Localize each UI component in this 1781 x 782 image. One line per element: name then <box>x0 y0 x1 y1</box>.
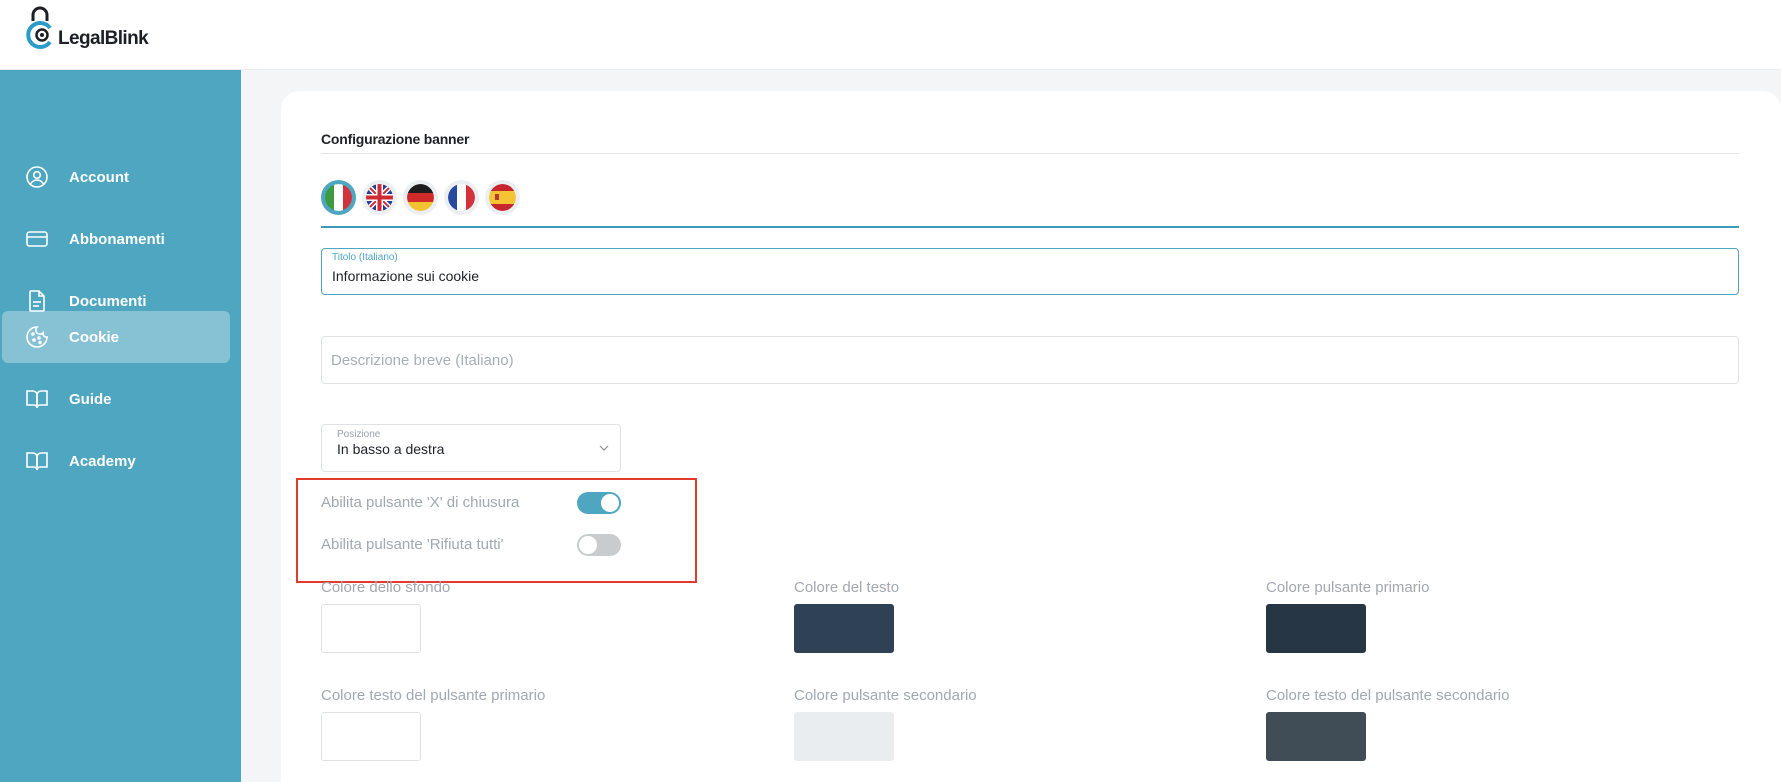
cookie-icon <box>26 326 48 348</box>
brand-name: LegalBlink <box>58 28 149 49</box>
language-tab-spanish[interactable] <box>485 180 520 215</box>
primary-button-text-color-swatch[interactable] <box>321 712 421 761</box>
background-color-label: Colore dello sfondo <box>321 579 451 596</box>
position-select[interactable]: Posizione In basso a destra <box>321 424 621 472</box>
flag-spain-icon <box>489 184 516 211</box>
position-select-label: Posizione <box>337 429 381 440</box>
reject-all-toggle[interactable] <box>577 534 621 556</box>
chevron-down-icon <box>599 445 609 451</box>
sidebar: Account Abbonamenti Documenti Cookie Gui… <box>0 70 241 782</box>
secondary-button-color-swatch[interactable] <box>794 712 894 761</box>
primary-button-text-color-label: Colore testo del pulsante primario <box>321 687 546 704</box>
close-button-toggle-label: Abilita pulsante 'X' di chiusura <box>321 494 520 511</box>
top-header: LegalBlink <box>0 0 1781 70</box>
title-input-value: Informazione sui cookie <box>332 268 480 284</box>
reject-all-toggle-label: Abilita pulsante 'Rifiuta tutti' <box>321 536 504 553</box>
sidebar-item-cookie[interactable]: Cookie <box>2 311 230 363</box>
close-button-toggle[interactable] <box>577 492 621 514</box>
book-icon <box>26 452 48 471</box>
brand-logo[interactable]: LegalBlink <box>24 4 149 52</box>
credit-card-icon <box>26 231 48 247</box>
sidebar-item-label: Guide <box>69 390 112 408</box>
book-icon <box>26 390 48 409</box>
language-tab-german[interactable] <box>403 180 438 215</box>
flag-uk-icon <box>366 184 393 211</box>
title-input[interactable]: Titolo (Italiano) Informazione sui cooki… <box>321 248 1739 295</box>
sidebar-item-label: Cookie <box>69 328 120 346</box>
user-circle-icon <box>26 166 48 188</box>
flag-germany-icon <box>407 184 434 211</box>
description-input[interactable]: Descrizione breve (Italiano) <box>321 336 1739 384</box>
flag-france-icon <box>448 184 475 211</box>
divider <box>321 153 1739 154</box>
sidebar-item-abbonamenti[interactable]: Abbonamenti <box>2 213 230 265</box>
padlock-logo-icon <box>26 6 52 49</box>
language-tabs-underline <box>321 226 1739 228</box>
flag-italy-icon <box>325 184 352 211</box>
text-color-label: Colore del testo <box>794 579 900 596</box>
background-color-swatch[interactable] <box>321 604 421 653</box>
sidebar-item-guide[interactable]: Guide <box>2 373 230 425</box>
primary-button-color-label: Colore pulsante primario <box>1266 579 1430 596</box>
sidebar-item-label: Academy <box>69 452 136 470</box>
secondary-button-text-color-swatch[interactable] <box>1266 712 1366 761</box>
document-icon <box>29 290 45 312</box>
toggle-knob <box>579 536 597 554</box>
secondary-button-text-color-label: Colore testo del pulsante secondario <box>1266 687 1510 704</box>
language-tab-italian[interactable] <box>321 180 356 215</box>
sidebar-item-label: Abbonamenti <box>69 230 165 248</box>
description-input-placeholder: Descrizione breve (Italiano) <box>331 352 514 369</box>
secondary-button-color-label: Colore pulsante secondario <box>794 687 977 704</box>
primary-button-color-swatch[interactable] <box>1266 604 1366 653</box>
section-title: Configurazione banner <box>321 131 470 147</box>
language-tab-english[interactable] <box>362 180 397 215</box>
text-color-swatch[interactable] <box>794 604 894 653</box>
title-input-label: Titolo (Italiano) <box>332 252 398 263</box>
toggle-knob <box>601 494 619 512</box>
language-tab-french[interactable] <box>444 180 479 215</box>
position-select-value: In basso a destra <box>337 441 445 457</box>
sidebar-item-academy[interactable]: Academy <box>2 435 230 487</box>
language-selector <box>321 180 520 215</box>
sidebar-item-label: Account <box>69 168 129 186</box>
sidebar-item-account[interactable]: Account <box>2 151 230 203</box>
sidebar-item-label: Documenti <box>69 292 147 310</box>
